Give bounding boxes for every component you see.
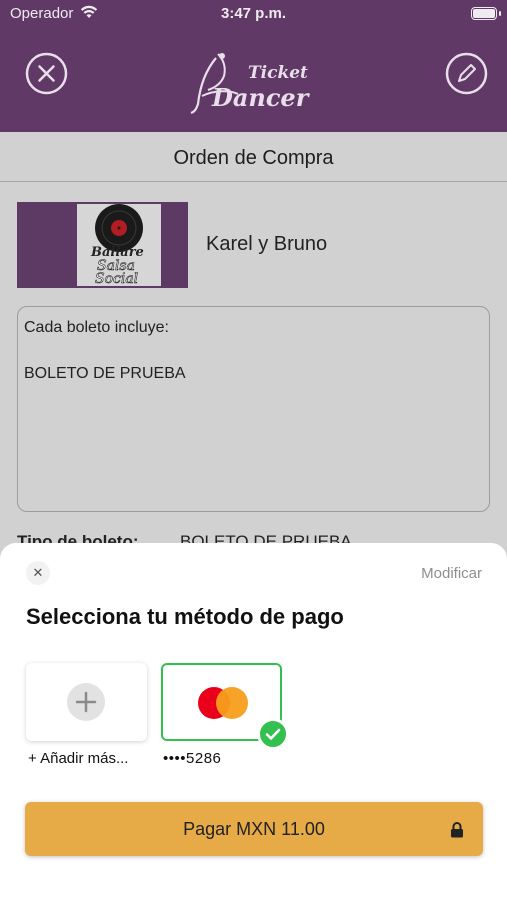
battery-icon <box>471 7 497 20</box>
status-bar: Operador 3:47 p.m. <box>0 0 507 28</box>
ticket-includes-box: Cada boleto incluye: BOLETO DE PRUEBA <box>17 306 490 512</box>
logo-word-ticket: Ticket <box>248 63 308 83</box>
battery-tip <box>499 11 501 16</box>
sheet-close-button[interactable]: ✕ <box>26 561 50 585</box>
lock-icon <box>451 822 463 838</box>
clock: 3:47 p.m. <box>220 5 287 22</box>
pay-button[interactable]: Pagar MXN 11.00 <box>25 802 483 856</box>
event-image: Ballare Salsa Social <box>17 202 188 288</box>
add-payment-method-tile[interactable] <box>26 663 147 741</box>
page-title: Orden de Compra <box>0 132 507 182</box>
ticket-dancer-logo: Ticket Dancer <box>190 53 311 115</box>
logo-word-dancer: Dancer <box>211 83 311 112</box>
edit-pencil-icon[interactable] <box>445 52 488 95</box>
includes-item: BOLETO DE PRUEBA <box>24 365 186 382</box>
mastercard-logo-overlap <box>216 687 248 719</box>
includes-label: Cada boleto incluye: <box>24 319 169 336</box>
app-header: Operador 3:47 p.m. Ticket Dancer <box>0 0 507 132</box>
vinyl-record-art: Ballare Salsa Social <box>77 204 161 286</box>
pay-button-label: Pagar MXN 11.00 <box>183 819 325 839</box>
card-number-label[interactable]: ••••5286 <box>163 750 221 767</box>
sheet-title: Selecciona tu método de pago <box>26 604 344 629</box>
close-circle-icon[interactable] <box>25 52 68 95</box>
plus-icon <box>67 683 105 721</box>
art-text-social: Social <box>95 271 138 286</box>
add-more-label[interactable]: + Añadir más... <box>28 750 128 767</box>
modify-button[interactable]: Modificar <box>421 565 482 582</box>
selected-check-icon <box>257 718 289 750</box>
event-name: Karel y Bruno <box>206 233 328 255</box>
